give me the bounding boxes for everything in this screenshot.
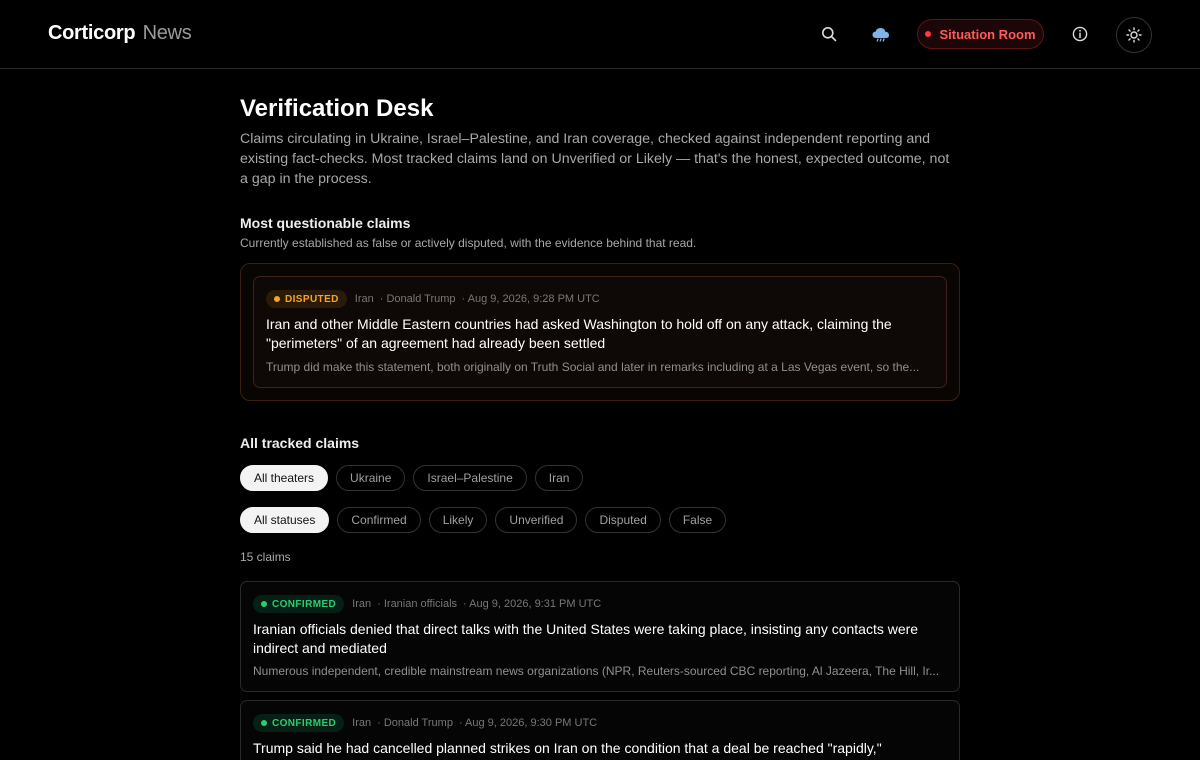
weather-cloud-icon[interactable] — [869, 22, 893, 46]
status-dot-icon — [261, 720, 267, 726]
status-label: CONFIRMED — [272, 598, 337, 610]
situation-room-button[interactable]: Situation Room — [917, 19, 1044, 49]
theme-toggle-button[interactable] — [1116, 17, 1152, 53]
filter-status-confirmed[interactable]: Confirmed — [337, 507, 421, 533]
brand-name: Corticorp — [48, 22, 136, 44]
sun-icon — [1126, 27, 1142, 43]
claim-text: Iran and other Middle Eastern countries … — [266, 316, 892, 351]
page-description: Claims circulating in Ukraine, Israel–Pa… — [240, 131, 950, 187]
claim-meta: CONFIRMED Iran · Donald Trump · Aug 9, 2… — [253, 714, 597, 732]
brand-logo[interactable]: Corticorp News — [48, 22, 192, 45]
top-nav-bar: Corticorp News Situation Room — [0, 0, 1200, 69]
info-icon[interactable] — [1068, 22, 1092, 46]
status-label: CONFIRMED — [272, 717, 337, 729]
status-dot-icon — [274, 296, 280, 302]
filter-status-false[interactable]: False — [668, 507, 727, 533]
questionable-section-title: Most questionable claims — [240, 215, 411, 231]
status-label: DISPUTED — [285, 293, 339, 305]
situation-room-label: Situation Room — [939, 26, 1036, 42]
filter-status-all[interactable]: All statuses — [240, 507, 330, 533]
filter-theater-israel-palestine[interactable]: Israel–Palestine — [413, 465, 527, 491]
claim-theater: Iran — [352, 598, 372, 610]
claim-snippet: Numerous independent, credible mainstrea… — [253, 664, 940, 678]
claim-card[interactable]: CONFIRMED Iran · Iranian officials · Aug… — [240, 581, 960, 692]
claim-snippet: Trump did make this statement, both orig… — [266, 360, 920, 374]
claim-meta: DISPUTED Iran · Donald Trump · Aug 9, 20… — [266, 290, 600, 308]
claim-card[interactable]: CONFIRMED Iran · Donald Trump · Aug 9, 2… — [240, 700, 960, 760]
claim-time: · Aug 9, 2026, 9:31 PM UTC — [463, 598, 602, 610]
filter-status-unverified[interactable]: Unverified — [495, 507, 578, 533]
claim-theater: Iran — [354, 293, 374, 305]
questionable-claims-panel: DISPUTED Iran · Donald Trump · Aug 9, 20… — [240, 263, 960, 401]
page-title: Verification Desk — [240, 95, 434, 122]
filter-theater-iran[interactable]: Iran — [534, 465, 584, 491]
brand-section: News — [142, 22, 192, 44]
filter-theater-ukraine[interactable]: Ukraine — [336, 465, 406, 491]
questionable-section-subtitle: Currently established as false or active… — [240, 236, 697, 250]
tracked-section-title: All tracked claims — [240, 435, 360, 451]
filter-status-disputed[interactable]: Disputed — [585, 507, 661, 533]
status-filter-group: All statuses Confirmed Likely Unverified… — [240, 507, 727, 533]
claim-time: · Aug 9, 2026, 9:28 PM UTC — [461, 293, 600, 305]
claim-meta: CONFIRMED Iran · Iranian officials · Aug… — [253, 595, 601, 613]
live-dot-icon — [925, 31, 932, 37]
claim-text: Iranian officials denied that direct tal… — [253, 621, 919, 656]
claim-theater: Iran — [352, 717, 372, 729]
status-badge: CONFIRMED — [253, 714, 345, 732]
status-badge: CONFIRMED — [253, 595, 345, 613]
claims-count: 15 claims — [240, 550, 291, 564]
claim-source: · Donald Trump — [379, 293, 456, 305]
filter-theater-all[interactable]: All theaters — [240, 465, 329, 491]
status-badge: DISPUTED — [266, 290, 347, 308]
theater-filter-group: All theaters Ukraine Israel–Palestine Ir… — [240, 465, 584, 491]
claim-card[interactable]: DISPUTED Iran · Donald Trump · Aug 9, 20… — [253, 276, 947, 388]
claim-source: · Iranian officials — [377, 598, 458, 610]
claim-text: Trump said he had cancelled planned stri… — [253, 740, 882, 760]
claim-time: · Aug 9, 2026, 9:30 PM UTC — [458, 717, 598, 729]
status-dot-icon — [261, 601, 267, 607]
claim-source: · Donald Trump — [377, 717, 453, 729]
search-icon[interactable] — [817, 22, 841, 46]
filter-status-likely[interactable]: Likely — [428, 507, 488, 533]
